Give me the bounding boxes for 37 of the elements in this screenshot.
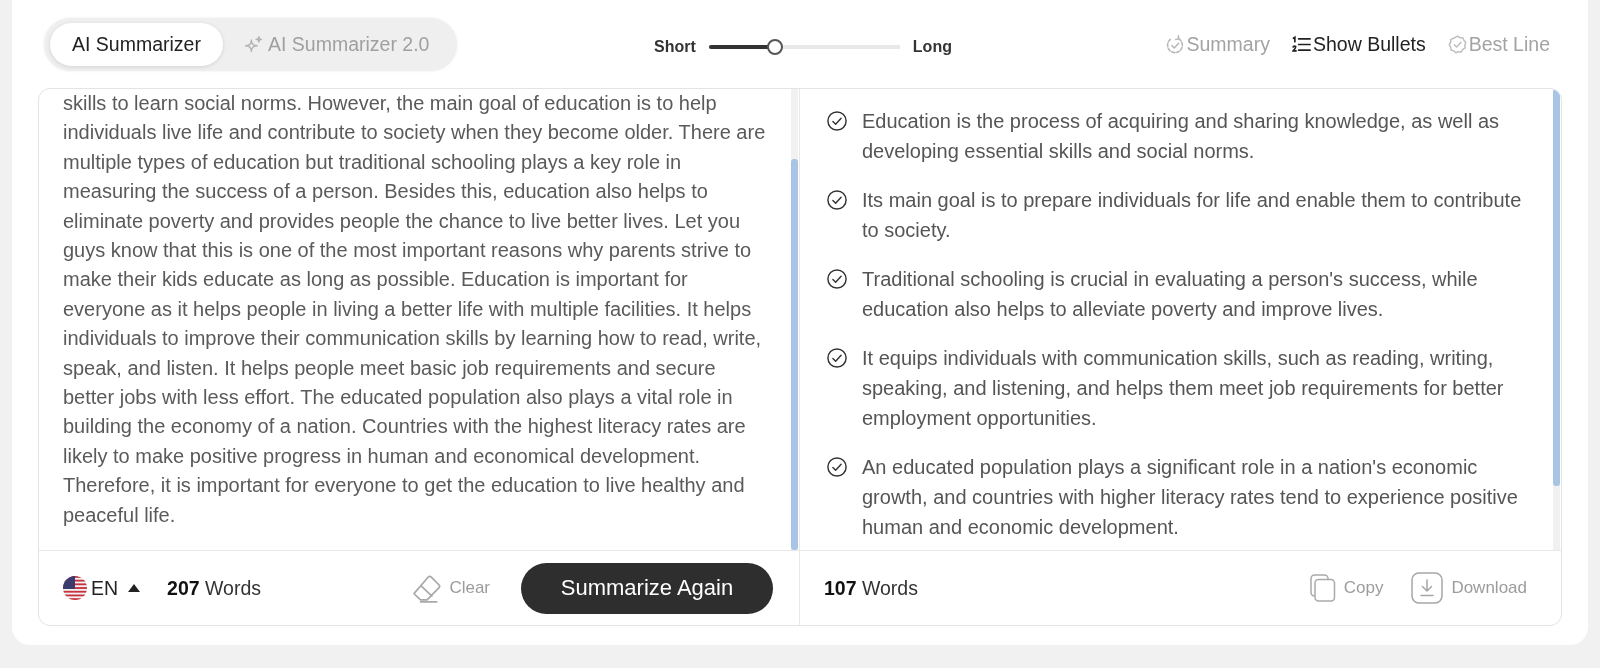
eraser-icon [412, 573, 442, 603]
sparkle-icon [244, 36, 262, 53]
scrollbar-thumb[interactable] [791, 159, 798, 550]
check-circle-icon [827, 111, 847, 131]
check-circle-icon [827, 269, 847, 289]
copy-button[interactable]: Copy [1309, 572, 1384, 604]
flag-icon [63, 576, 87, 600]
language-selector[interactable]: EN [63, 576, 141, 600]
download-button[interactable]: Download [1411, 572, 1527, 604]
bullet-text: Education is the process of acquiring and sharing knowledge, as well as developing essential skills and social norms. [862, 109, 1501, 164]
word-count: 107 Words [824, 576, 918, 600]
mode-tab[interactable]: AI Summarizer [50, 23, 223, 66]
input-text-field[interactable]: skills to learn social norms. However, the main goal of education is to help individuals live life and contribute to society when they become older. There are multiple types of education but traditional schooling plays a key role in measuring the success of a person. Besides this, education also helps to eliminate poverty and provides people the chance to live better lives. Let you guys know that this is one of the most important reasons why parents strive to make their kids educate as long as possible. Education is important for everyone as it helps people in living a better life with multiple facilities. It helps individuals to improve their communication skills by learning how to read, write, speak, and listen. It helps people meet basic job requirements and secure better jobs with less effort. The educated population also plays a vital role in building the economy of a nation. Countries with the highest literacy rates are likely to make positive progress in human and economical development. Therefore, it is important for everyone to get the education to live healthy and peaceful life. [39, 89, 791, 550]
mode-tab[interactable]: AI Summarizer 2.0 [222, 23, 452, 66]
summarize-again-button[interactable]: Summarize Again [521, 562, 773, 614]
bullet-text: It equips individuals with communication skills, such as reading, writing, speaking, and listening, and helps them meet job requirements for better employment opportunities. [862, 346, 1505, 431]
circular-arrow-check-icon [1165, 35, 1185, 54]
slider-thumb[interactable] [766, 38, 783, 55]
badge-check-icon [1447, 35, 1467, 54]
download-icon [1411, 572, 1444, 604]
bullet-text: Traditional schooling is crucial in evaluating a person's success, while education also helps to alleviate poverty and improve lives. [862, 267, 1479, 322]
slider-min-label: Short [654, 37, 696, 56]
slider-max-label: Long [912, 37, 952, 56]
caret-icon [128, 584, 141, 592]
view-mode-button[interactable]: Best Line [1447, 33, 1550, 56]
copy-icon [1309, 574, 1336, 602]
view-mode-button[interactable]: Summary [1165, 33, 1270, 56]
check-circle-icon [827, 190, 847, 210]
bullet-text: Its main goal is to prepare individuals for life and enable them to contribute to society. [862, 188, 1523, 243]
word-count: 207 Words [167, 576, 262, 600]
view-mode-button[interactable]: Show Bullets [1291, 33, 1426, 56]
check-circle-icon [827, 348, 847, 368]
numbered-list-icon [1291, 35, 1311, 54]
bullet-text: An educated population plays a significant role in a nation's economic growth, and countries with higher literacy rates tend to experience positive human and economic development. [862, 455, 1519, 540]
scrollbar-track[interactable] [791, 89, 798, 550]
check-circle-icon [827, 457, 847, 477]
clear-button[interactable]: Clear [412, 573, 490, 603]
